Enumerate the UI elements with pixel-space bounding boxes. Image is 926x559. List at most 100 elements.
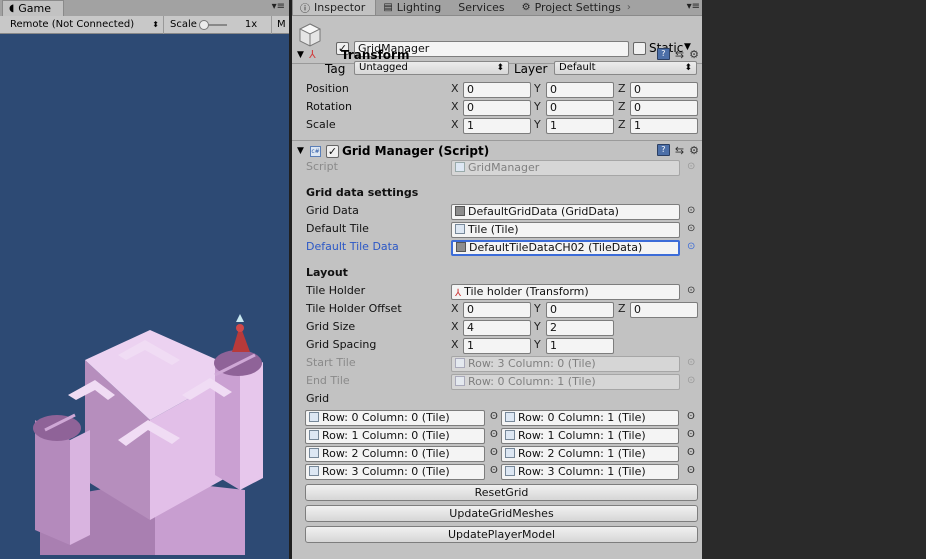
tile-holder-offset-z-input[interactable]: 0	[630, 302, 698, 318]
script-file-icon	[309, 412, 319, 422]
object-picker-icon[interactable]: ʘ	[490, 447, 498, 458]
y-axis-label: Y	[534, 118, 541, 131]
tab-project-settings[interactable]: ⚙ Project Settings ›	[515, 0, 633, 15]
rotation-y-input[interactable]: 0	[546, 100, 614, 116]
scale-y-input[interactable]: 1	[546, 118, 614, 134]
tile-holder-offset-x-input[interactable]: 0	[463, 302, 531, 318]
grid-spacing-y-input[interactable]: 1	[546, 338, 614, 354]
game-toolbar: Remote (Not Connected) ⬍ Scale 1x M	[0, 15, 289, 34]
scale-x-input[interactable]: 1	[463, 118, 531, 134]
scale-z-input[interactable]: 1	[630, 118, 698, 134]
inspector-tab-menu-icon[interactable]: ▾≡	[687, 1, 700, 12]
foldout-arrow-icon[interactable]: ▼	[297, 50, 304, 60]
z-axis-label: Z	[618, 302, 626, 315]
scale-slider[interactable]	[198, 19, 227, 30]
reset-grid-button[interactable]: ResetGrid	[305, 484, 698, 501]
help-book-icon[interactable]: ?	[656, 48, 670, 60]
tile-holder-offset-y-input[interactable]: 0	[546, 302, 614, 318]
game-view[interactable]: ◖ Game ▾≡ Remote (Not Connected) ⬍ Scale…	[0, 0, 289, 559]
script-row: Script GridManager ⊙	[292, 159, 702, 177]
position-z-input[interactable]: 0	[630, 82, 698, 98]
component-divider	[292, 140, 702, 141]
update-player-model-button[interactable]: UpdatePlayerModel	[305, 526, 698, 543]
transform-header[interactable]: ▼ ⅄ Transform ? ⇆ ⚙	[292, 47, 702, 65]
rotation-x-input[interactable]: 0	[463, 100, 531, 116]
transform-axes-icon: ⅄	[309, 48, 316, 61]
grid-cell-field[interactable]: Row: 3 Column: 0 (Tile)	[305, 464, 485, 480]
component-gear-icon[interactable]: ⚙	[689, 144, 699, 157]
tab-services[interactable]: Services	[451, 0, 514, 15]
grid-manager-enabled-checkbox[interactable]: ✓	[326, 145, 339, 158]
transform-title: Transform	[341, 48, 410, 62]
empty-dark-area	[702, 0, 926, 559]
grid-size-x-input[interactable]: 4	[463, 320, 531, 336]
transform-rotation-row: Rotation X 0 Y 0 Z 0	[292, 99, 702, 117]
grid-data-field[interactable]: DefaultGridData (GridData)	[451, 204, 680, 220]
scale-value: 1x	[244, 19, 258, 30]
inspector-panel: ⓘ Inspector ▤ Lighting Services ⚙ Projec…	[292, 0, 702, 559]
object-picker-icon[interactable]: ʘ	[490, 465, 498, 476]
grid-cell-field[interactable]: Row: 0 Column: 1 (Tile)	[501, 410, 679, 426]
script-field: GridManager	[451, 160, 680, 176]
scale-label: Scale	[170, 19, 197, 30]
position-x-input[interactable]: 0	[463, 82, 531, 98]
tab-overflow-arrow-icon[interactable]: ›	[625, 2, 631, 13]
script-file-icon	[455, 224, 465, 234]
grid-cell-field[interactable]: Row: 1 Column: 0 (Tile)	[305, 428, 485, 444]
grid-cell-value: Row: 2 Column: 1 (Tile)	[518, 447, 646, 460]
presets-icon[interactable]: ⇆	[675, 144, 684, 157]
grid-label-row: Grid	[292, 391, 702, 409]
grid-cell-field[interactable]: Row: 0 Column: 0 (Tile)	[305, 410, 485, 426]
scale-slider-handle[interactable]	[198, 19, 209, 30]
grid-cell-field[interactable]: Row: 2 Column: 1 (Tile)	[501, 446, 679, 462]
script-file-icon	[455, 358, 465, 368]
presets-icon[interactable]: ⇆	[675, 48, 684, 61]
grid-size-label: Grid Size	[306, 320, 356, 333]
object-picker-icon[interactable]: ʘ	[687, 429, 695, 440]
tab-inspector[interactable]: ⓘ Inspector	[292, 0, 377, 15]
z-axis-label: Z	[618, 100, 626, 113]
game-tab-menu-icon[interactable]: ▾≡	[272, 1, 285, 12]
component-gear-icon[interactable]: ⚙	[689, 48, 699, 61]
grid-size-y-input[interactable]: 2	[546, 320, 614, 336]
default-tile-row: Default Tile Tile (Tile) ⊙	[292, 221, 702, 239]
grid-spacing-x-input[interactable]: 1	[463, 338, 531, 354]
rotation-z-input[interactable]: 0	[630, 100, 698, 116]
grid-cell-field[interactable]: Row: 1 Column: 1 (Tile)	[501, 428, 679, 444]
update-grid-meshes-button[interactable]: UpdateGridMeshes	[305, 505, 698, 522]
object-picker-icon[interactable]: ⊙	[687, 285, 695, 296]
grid-cell-field[interactable]: Row: 3 Column: 1 (Tile)	[501, 464, 679, 480]
object-picker-icon[interactable]: ⊙	[687, 241, 695, 252]
default-tile-data-field[interactable]: DefaultTileDataCH02 (TileData)	[451, 240, 680, 256]
tile-holder-label: Tile Holder	[306, 284, 366, 297]
object-picker-icon[interactable]: ʘ	[687, 447, 695, 458]
grid-data-value: DefaultGridData (GridData)	[468, 205, 619, 218]
tab-inspector-label: Inspector	[314, 1, 366, 14]
grid-cell-field[interactable]: Row: 2 Column: 0 (Tile)	[305, 446, 485, 462]
foldout-arrow-icon[interactable]: ▼	[297, 146, 304, 156]
tile-holder-offset-row: Tile Holder Offset X 0 Y 0 Z 0	[292, 301, 702, 319]
object-picker-icon[interactable]: ⊙	[687, 205, 695, 216]
component-header-icons: ? ⇆ ⚙	[656, 48, 699, 61]
position-y-input[interactable]: 0	[546, 82, 614, 98]
gameobject-cube-icon	[299, 23, 321, 47]
grid-data-row: Grid Data DefaultGridData (GridData) ⊙	[292, 203, 702, 221]
scriptable-object-icon	[456, 242, 466, 252]
maximize-on-play-button[interactable]: M	[272, 19, 286, 30]
help-book-icon[interactable]: ?	[656, 144, 670, 156]
default-tile-field[interactable]: Tile (Tile)	[451, 222, 680, 238]
object-picker-icon: ⊙	[687, 357, 696, 368]
object-picker-icon[interactable]: ʘ	[490, 411, 498, 422]
object-picker-icon[interactable]: ʘ	[490, 429, 498, 440]
display-dropdown[interactable]: Remote (Not Connected) ⬍	[0, 15, 164, 34]
component-header-icons: ? ⇆ ⚙	[656, 144, 699, 157]
x-axis-label: X	[451, 320, 459, 333]
tile-holder-field[interactable]: ⅄ Tile holder (Transform)	[451, 284, 680, 300]
tab-game[interactable]: ◖ Game	[2, 0, 64, 16]
object-picker-icon[interactable]: ʘ	[687, 465, 695, 476]
y-axis-label: Y	[534, 320, 541, 333]
button-stack: ResetGrid UpdateGridMeshes UpdatePlayerM…	[292, 481, 702, 545]
object-picker-icon[interactable]: ⊙	[687, 223, 695, 234]
object-picker-icon[interactable]: ʘ	[687, 411, 695, 422]
tab-lighting[interactable]: ▤ Lighting	[376, 0, 451, 15]
